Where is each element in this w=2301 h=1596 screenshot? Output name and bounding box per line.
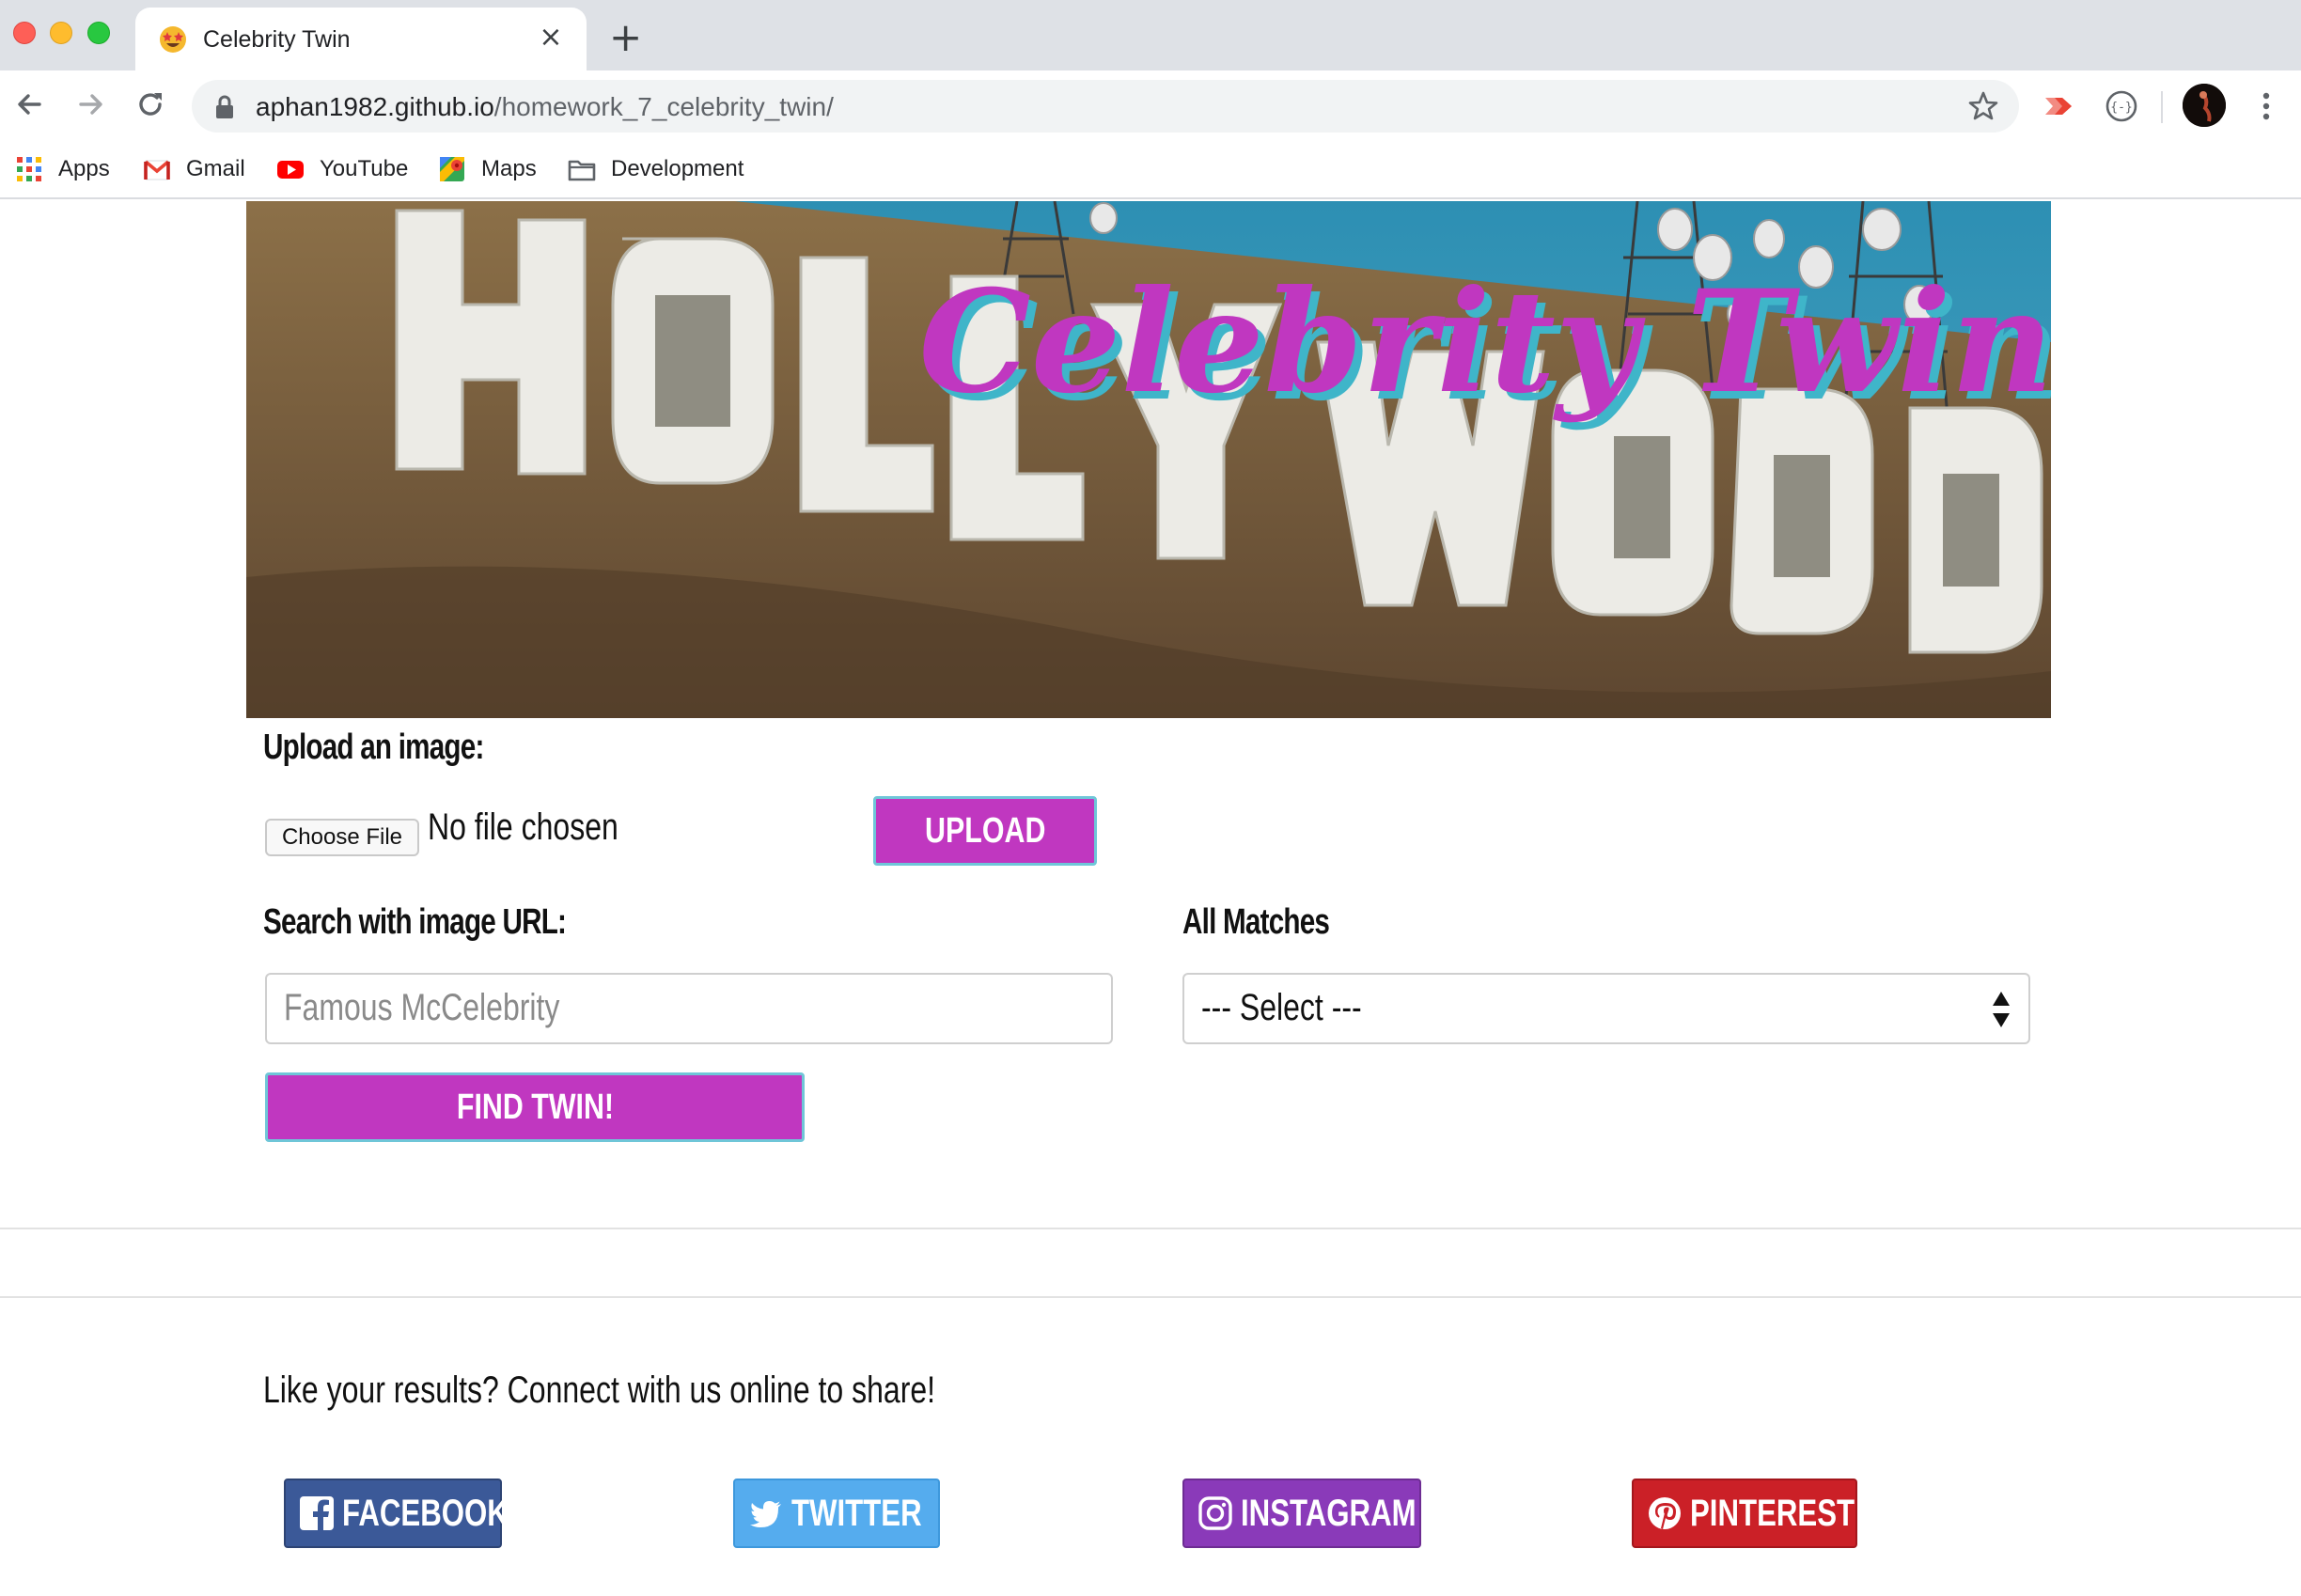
- close-window-button[interactable]: [13, 22, 36, 44]
- image-url-input[interactable]: Famous McCelebrity: [265, 973, 1113, 1044]
- url-text: aphan1982.github.io/homework_7_celebrity…: [256, 92, 834, 121]
- instagram-share-button[interactable]: INSTAGRAM: [1182, 1479, 1421, 1548]
- bookmark-label: YouTube: [320, 156, 409, 181]
- bookmark-label: Gmail: [186, 156, 245, 181]
- find-twin-button[interactable]: FIND TWIN!: [265, 1072, 805, 1142]
- toolbar-divider: [2161, 91, 2163, 123]
- pinterest-share-button[interactable]: PINTEREST: [1632, 1479, 1857, 1548]
- browser-toolbar: aphan1982.github.io/homework_7_celebrity…: [0, 70, 2301, 141]
- hollywood-sign-image: Celebrity Twin! Celebrity Twin!: [246, 201, 2051, 718]
- all-matches-heading: All Matches: [1182, 902, 1330, 942]
- section-divider: [0, 1296, 2301, 1298]
- minimize-window-button[interactable]: [50, 22, 72, 44]
- maximize-window-button[interactable]: [87, 22, 110, 44]
- apps-grid-icon: [17, 157, 41, 181]
- find-twin-button-label: FIND TWIN!: [456, 1087, 614, 1127]
- browser-menu-icon[interactable]: [2254, 89, 2278, 123]
- bookmark-apps[interactable]: Apps: [15, 150, 110, 188]
- youtube-icon: [277, 161, 304, 179]
- twitter-icon: [750, 1501, 781, 1527]
- search-heading: Search with image URL:: [263, 902, 567, 942]
- profile-avatar[interactable]: [2183, 84, 2226, 127]
- facebook-icon: [300, 1496, 334, 1530]
- maps-icon: [440, 157, 464, 181]
- all-matches-select[interactable]: --- Select ---: [1182, 973, 2030, 1044]
- twitter-label: TWITTER: [791, 1492, 922, 1534]
- file-status-text: No file chosen: [428, 806, 618, 848]
- hero-banner: Celebrity Twin! Celebrity Twin!: [246, 201, 2051, 718]
- tab-title: Celebrity Twin: [203, 26, 351, 53]
- upload-button-label: UPLOAD: [924, 811, 1046, 851]
- browser-tab-strip: Celebrity Twin × +: [0, 0, 2301, 70]
- new-tab-icon[interactable]: +: [609, 17, 642, 58]
- pinterest-icon: [1649, 1497, 1681, 1529]
- all-matches-selected-value: --- Select ---: [1201, 987, 1362, 1028]
- bookmark-gmail[interactable]: Gmail: [143, 150, 245, 188]
- facebook-share-button[interactable]: FACEBOOK: [284, 1479, 509, 1548]
- bookmark-youtube[interactable]: YouTube: [276, 150, 408, 188]
- bookmark-label: Apps: [58, 156, 110, 181]
- back-arrow-icon[interactable]: [11, 86, 49, 123]
- forward-arrow-icon[interactable]: [71, 86, 109, 123]
- share-prompt: Like your results? Connect with us onlin…: [263, 1369, 936, 1411]
- cast-extension-icon[interactable]: [2042, 88, 2077, 124]
- folder-icon: [568, 160, 596, 181]
- choose-file-button[interactable]: Choose File: [265, 819, 419, 856]
- bookmark-star-icon[interactable]: [1966, 89, 2000, 123]
- bookmarks-bar: Apps Gmail YouTube Maps Development: [0, 141, 2301, 199]
- image-url-placeholder: Famous McCelebrity: [284, 987, 560, 1028]
- lock-icon: [216, 95, 233, 118]
- select-arrows-icon: [1993, 992, 2010, 1027]
- section-divider: [0, 1228, 2301, 1229]
- reload-icon[interactable]: [132, 86, 169, 123]
- bookmark-label: Maps: [481, 156, 537, 181]
- instagram-icon: [1198, 1496, 1232, 1530]
- twitter-share-button[interactable]: TWITTER: [733, 1479, 940, 1548]
- bookmark-label: Development: [611, 156, 744, 181]
- profile-photo-icon: [2183, 84, 2226, 127]
- star-struck-emoji-icon: [160, 26, 186, 53]
- bookmark-development[interactable]: Development: [568, 150, 744, 188]
- browser-tab-active[interactable]: Celebrity Twin ×: [135, 8, 587, 70]
- bookmark-maps[interactable]: Maps: [438, 150, 537, 188]
- upload-button[interactable]: UPLOAD: [873, 796, 1097, 866]
- address-bar[interactable]: aphan1982.github.io/homework_7_celebrity…: [192, 80, 2019, 133]
- tab-close-icon[interactable]: ×: [534, 21, 568, 55]
- pinterest-label: PINTEREST: [1690, 1492, 1855, 1534]
- hero-title: Celebrity Twin!: [919, 259, 2051, 425]
- json-extension-icon[interactable]: {-}: [2104, 88, 2139, 124]
- facebook-label: FACEBOOK: [342, 1492, 509, 1534]
- instagram-label: INSTAGRAM: [1241, 1492, 1417, 1534]
- gmail-icon: [144, 160, 170, 180]
- upload-heading: Upload an image:: [263, 728, 484, 767]
- svg-text:{-}: {-}: [2110, 101, 2132, 115]
